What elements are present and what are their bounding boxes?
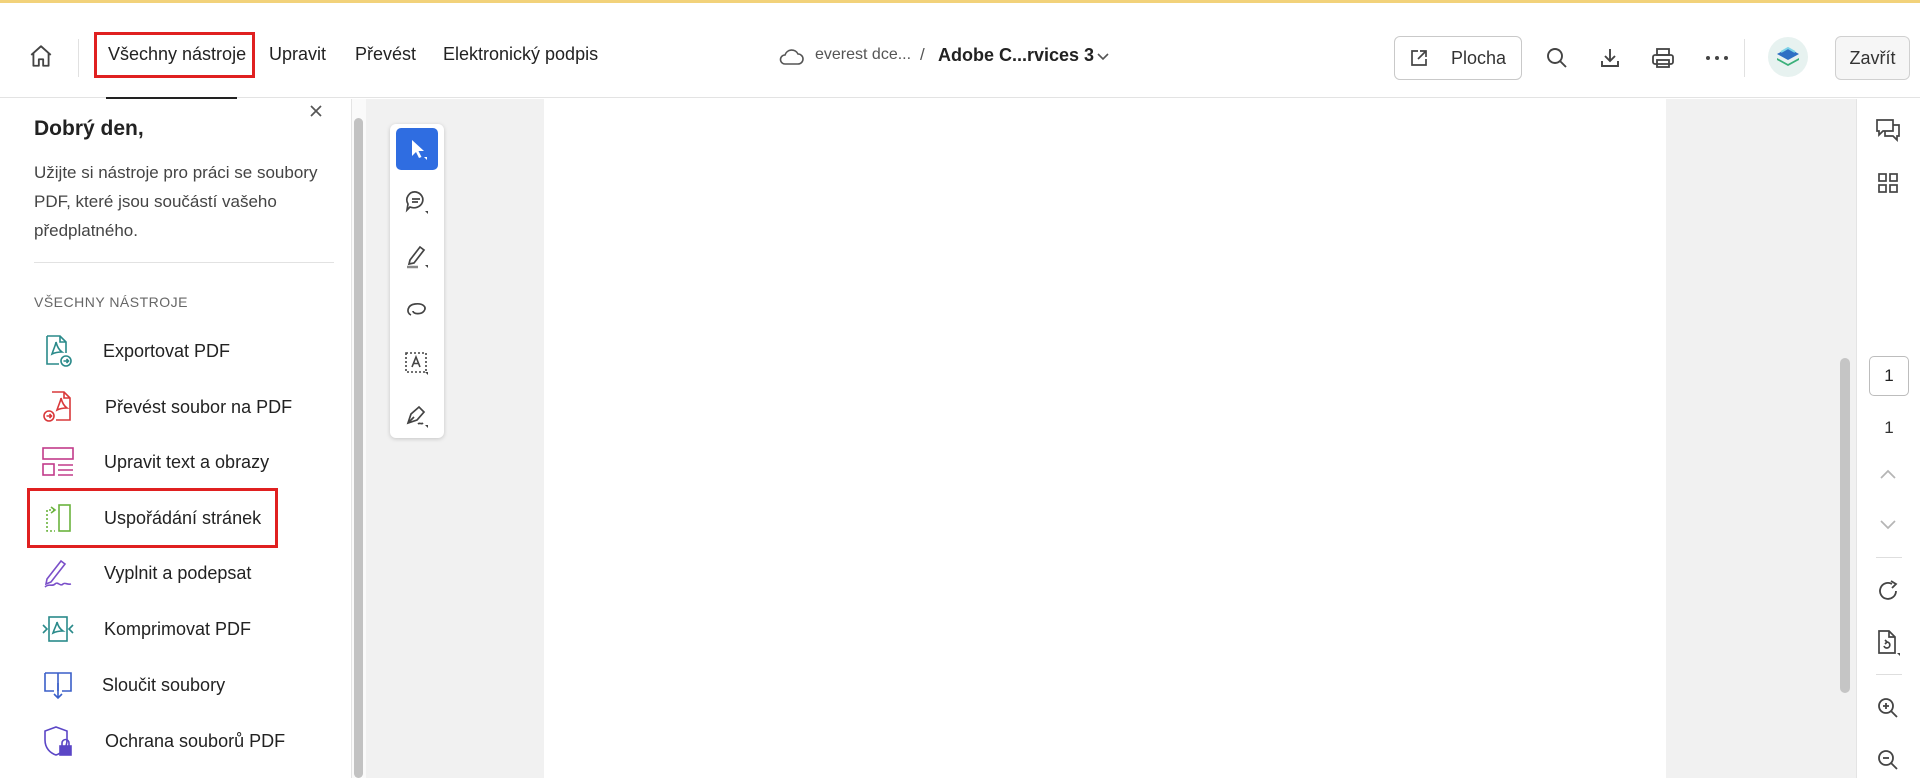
chevron-down-icon [1880,520,1896,530]
zoom-out-icon [1878,750,1898,770]
rail-divider [1876,674,1902,675]
thumbnails-panel-button[interactable] [1873,168,1903,198]
download-icon [1601,49,1619,67]
freehand-draw-icon [407,303,426,316]
breadcrumb-separator: / [920,45,925,64]
highlighter-icon [407,245,428,269]
pen-sign-icon [406,405,428,428]
fill-sign-icon [40,555,76,591]
breadcrumb-folder[interactable]: everest dce... [815,46,911,64]
comment-tool-button[interactable] [396,181,438,223]
download-button[interactable] [1595,43,1625,73]
grid-icon [1878,173,1898,193]
rotate-icon [1879,580,1898,600]
chevron-up-icon [1880,469,1896,479]
header-divider [1744,39,1745,77]
desktop-button[interactable]: Plocha [1394,36,1522,80]
tool-label: Vyplnit a podepsat [104,562,252,583]
cloud-icon [778,47,804,72]
document-icon [1878,630,1900,656]
rotate-button[interactable] [1873,576,1903,606]
chevron-down-icon[interactable] [1096,49,1110,67]
more-icon [1706,56,1728,60]
tab-e-signature[interactable]: Elektronický podpis [443,44,598,65]
compress-pdf-icon [40,611,76,647]
tool-export-pdf[interactable]: Exportovat PDF [40,329,230,373]
tab-convert[interactable]: Převést [355,44,416,65]
panel-intro-text: Užijte si nástroje pro práci se soubory … [34,163,318,240]
next-page-button[interactable] [1873,510,1903,540]
edit-text-images-icon [40,444,76,480]
select-tool-button[interactable] [396,128,438,170]
layers-icon [1777,46,1799,66]
open-external-icon [1409,48,1429,68]
close-button[interactable]: Zavřít [1835,36,1910,80]
tool-label: Sloučit soubory [102,674,226,695]
highlight-tool-button[interactable] [396,235,438,277]
tab-edit[interactable]: Upravit [269,44,326,65]
home-icon [30,45,52,67]
more-options-button[interactable] [1702,43,1732,73]
search-icon [1547,48,1567,68]
quick-tools-toolbar [390,124,444,438]
tool-combine-files[interactable]: Sloučit soubory [40,663,225,707]
right-rail [1856,99,1920,778]
panel-divider [34,262,334,263]
text-box-icon [405,352,428,375]
tool-label: Ochrana souborů PDF [105,730,286,751]
tool-edit-text-images[interactable]: Upravit text a obrazy [40,440,269,484]
highlight-box-organize-pages [27,488,278,548]
zoom-in-button[interactable] [1873,693,1903,723]
desktop-button-label: Plocha [1451,47,1507,68]
pdf-page[interactable] [544,99,1666,778]
document-title[interactable]: Adobe C...rvices 3 [938,45,1094,66]
comments-panel-button[interactable] [1873,115,1903,145]
print-button[interactable] [1648,43,1678,73]
rail-divider [1876,557,1902,558]
print-icon [1652,48,1674,68]
greeting-title: Dobrý den, [34,117,144,140]
create-pdf-icon [40,389,76,425]
tool-label: Komprimovat PDF [104,618,252,639]
tool-label: Upravit text a obrazy [104,451,270,472]
tool-label: Převést soubor na PDF [105,396,293,417]
panel-scrollbar[interactable] [354,118,363,778]
add-text-tool-button[interactable] [396,342,438,384]
search-button[interactable] [1542,43,1572,73]
page-total: 1 [1884,418,1894,437]
highlight-box-all-tools [94,32,255,78]
header-divider [78,39,79,77]
page-tools-button[interactable] [1873,628,1903,658]
tool-create-pdf[interactable]: Převést soubor na PDF [40,385,292,429]
comments-icon [1876,119,1900,143]
tool-fill-sign[interactable]: Vyplnit a podepsat [40,551,251,595]
document-scrollbar[interactable] [1840,358,1850,693]
zoom-in-icon [1878,698,1898,718]
section-label: VŠECHNY NÁSTROJE [34,294,188,310]
combine-files-icon [40,667,76,703]
tool-label: Exportovat PDF [103,340,231,361]
protect-pdf-icon [40,723,76,759]
home-button[interactable] [26,41,56,71]
tool-compress-pdf[interactable]: Komprimovat PDF [40,607,251,651]
page-number-input[interactable]: 1 [1869,356,1909,396]
close-icon[interactable] [305,100,327,122]
tool-protect-pdf[interactable]: Ochrana souborů PDF [40,719,285,763]
avatar[interactable] [1768,37,1808,77]
previous-page-button[interactable] [1873,459,1903,489]
draw-tool-button[interactable] [396,288,438,330]
zoom-out-button[interactable] [1873,745,1903,775]
app-header: Všechny nástroje Upravit Převést Elektro… [0,3,1920,100]
comment-icon [405,191,428,214]
export-pdf-icon [40,333,76,369]
sign-tool-button[interactable] [396,395,438,437]
pointer-icon [412,140,427,160]
